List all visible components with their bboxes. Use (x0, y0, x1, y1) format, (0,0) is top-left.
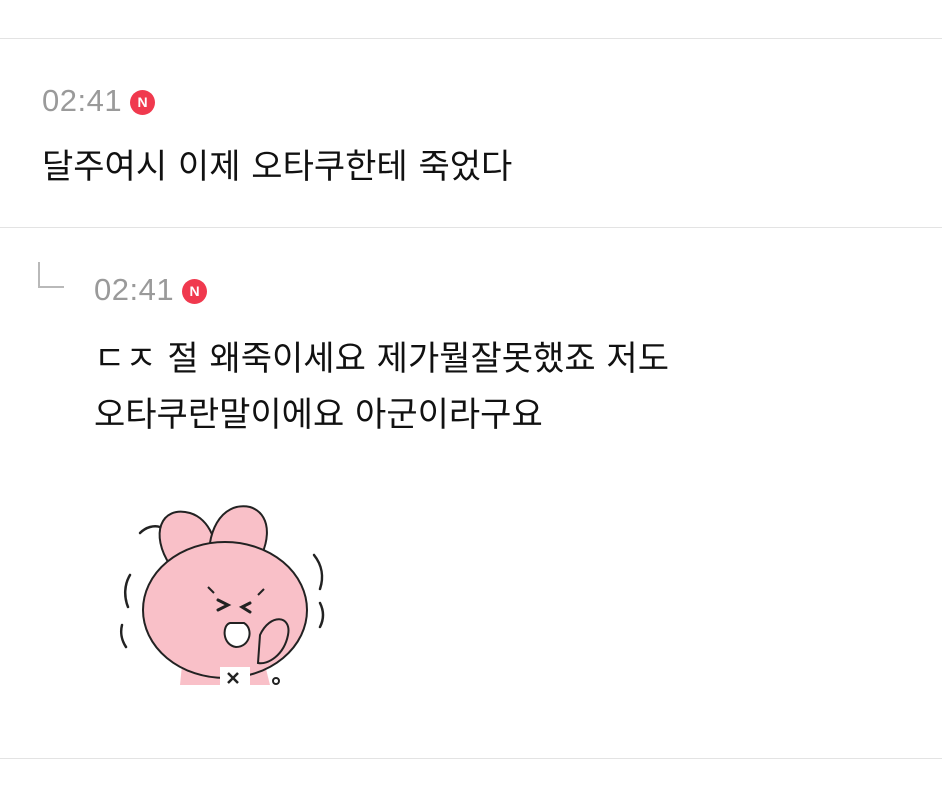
reply-meta: 02:41 N (94, 270, 942, 310)
new-badge: N (182, 278, 208, 304)
reply-item: 02:41 N ㄷㅈ 절 왜죽이세요 제가뭘잘못했죠 저도 오타쿠란말이에요 아… (0, 270, 942, 443)
reply-text: ㄷㅈ 절 왜죽이세요 제가뭘잘못했죠 저도 오타쿠란말이에요 아군이라구요 (94, 339, 669, 435)
comment-timestamp: 02:41 (42, 83, 123, 118)
comment-divider (0, 227, 942, 228)
comment-item: 02:41 N 달주여시 이제 오타쿠한테 죽었다 (0, 81, 942, 193)
comment-meta: 02:41 N (42, 81, 942, 121)
bunny-illustration (119, 505, 325, 689)
top-divider (0, 38, 942, 39)
bottom-divider (0, 758, 942, 759)
reply-timestamp: 02:41 (94, 272, 175, 307)
new-badge: N (130, 89, 156, 115)
crying-bunny-sticker (110, 495, 330, 695)
comment-text: 달주여시 이제 오타쿠한테 죽었다 (42, 147, 513, 187)
